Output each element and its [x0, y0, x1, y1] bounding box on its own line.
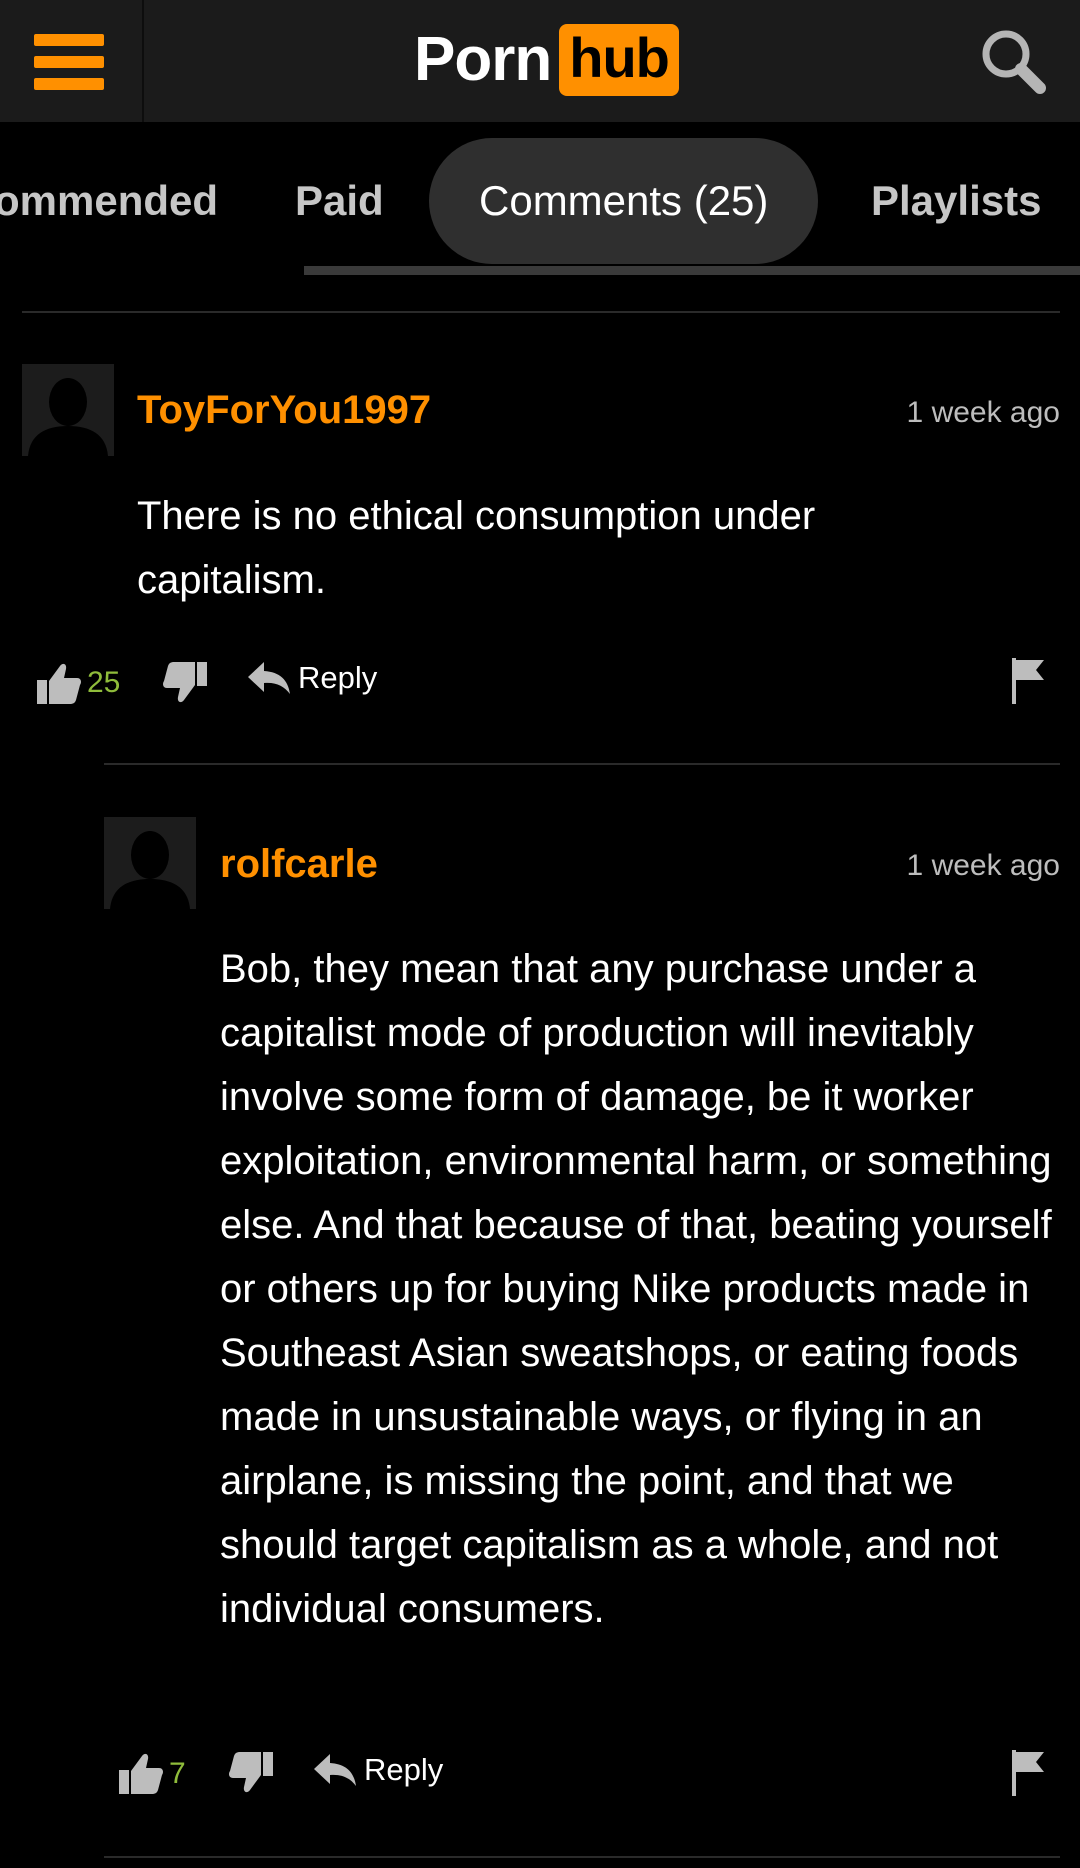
thumbs-up-icon — [37, 663, 81, 704]
comment-timestamp: 1 week ago — [906, 396, 1060, 429]
default-user-icon — [110, 831, 190, 909]
reply-button[interactable]: Reply — [246, 660, 377, 696]
search-icon — [982, 30, 1046, 94]
like-count: 25 — [87, 666, 121, 699]
site-logo[interactable]: Porn hub — [414, 20, 679, 100]
reply-label: Reply — [298, 660, 378, 695]
reply-arrow-icon — [314, 1754, 356, 1786]
dislike-button[interactable] — [228, 1750, 274, 1801]
search-button[interactable] — [970, 22, 1060, 102]
section-divider — [22, 311, 1060, 313]
comment-divider — [104, 1856, 1060, 1858]
default-user-icon — [28, 378, 108, 456]
report-button[interactable] — [1010, 1748, 1046, 1803]
comment-text: Bob, they mean that any purchase under a… — [220, 947, 1052, 1631]
flag-icon — [1012, 658, 1044, 704]
top-header: Porn hub — [0, 0, 1080, 122]
reply-label: Reply — [364, 1752, 444, 1787]
like-button[interactable] — [36, 660, 82, 711]
tab-paid[interactable]: Paid — [295, 138, 384, 264]
logo-text-primary: Porn — [414, 25, 552, 94]
tab-playlists[interactable]: Playlists — [871, 138, 1041, 264]
thumbs-down-icon — [163, 662, 207, 703]
like-button[interactable] — [118, 1750, 164, 1801]
thumbs-up-icon — [119, 1753, 163, 1794]
dislike-button[interactable] — [162, 660, 208, 711]
tab-comments[interactable]: Comments (25) — [429, 138, 819, 264]
comment-timestamp: 1 week ago — [906, 849, 1060, 882]
tab-recommended[interactable]: ommended — [0, 138, 218, 264]
reply-arrow-icon — [248, 662, 290, 694]
avatar[interactable] — [22, 364, 114, 456]
hamburger-menu-button[interactable] — [0, 0, 144, 122]
like-count: 7 — [169, 1757, 186, 1790]
thumbs-down-icon — [229, 1752, 273, 1793]
report-button[interactable] — [1010, 656, 1046, 711]
tab-bar: ommended Paid Comments (25) Playlists — [0, 122, 1080, 282]
comment-username[interactable]: ToyForYou1997 — [137, 388, 431, 433]
flag-icon — [1012, 1750, 1044, 1796]
comment-text: There is no ethical consumption under ca… — [137, 494, 816, 602]
avatar[interactable] — [104, 817, 196, 909]
active-tab-underline — [304, 266, 1080, 275]
logo-text-highlight: hub — [559, 24, 679, 96]
comment-divider — [104, 763, 1060, 765]
reply-button[interactable]: Reply — [312, 1752, 443, 1788]
comment-username[interactable]: rolfcarle — [220, 842, 378, 887]
